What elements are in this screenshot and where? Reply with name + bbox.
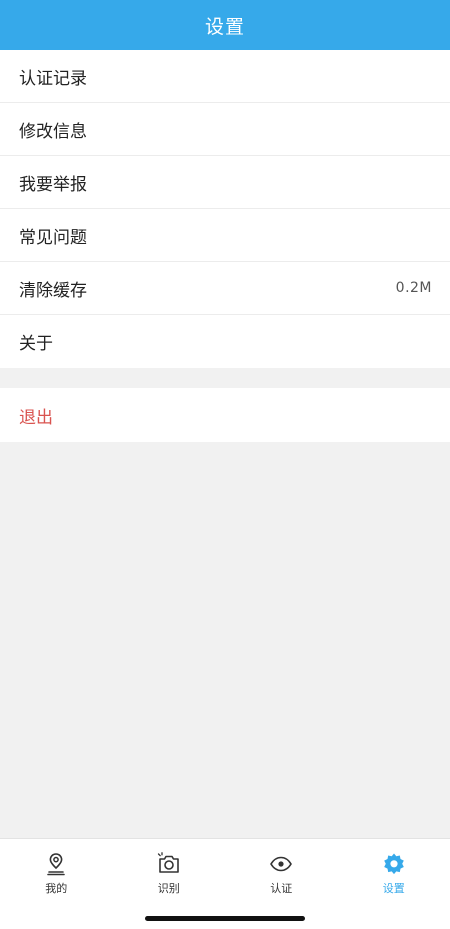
menu-item-report[interactable]: 我要举报: [0, 156, 450, 209]
menu-item-about[interactable]: 关于: [0, 315, 450, 368]
tab-label: 设置: [382, 881, 405, 895]
menu-item-edit-info[interactable]: 修改信息: [0, 103, 450, 156]
menu-item-faq[interactable]: 常见问题: [0, 209, 450, 262]
tab-recognize[interactable]: 识别: [113, 839, 226, 899]
menu-item-clear-cache[interactable]: 清除缓存 0.2M: [0, 262, 450, 315]
logout-label: 退出: [19, 407, 53, 428]
menu-item-label: 认证记录: [19, 68, 87, 89]
gear-icon: [383, 853, 404, 874]
menu-item-label: 清除缓存: [19, 280, 87, 301]
home-indicator: [145, 916, 305, 921]
eye-icon: [270, 856, 293, 871]
menu-item-label: 修改信息: [19, 121, 87, 142]
tab-label: 我的: [45, 881, 68, 895]
header-bar: 设置: [0, 0, 450, 50]
tab-auth[interactable]: 认证: [225, 839, 338, 899]
menu-item-label: 关于: [19, 334, 53, 354]
tab-mine[interactable]: 我的: [0, 839, 113, 899]
menu-item-label: 常见问题: [19, 227, 87, 248]
bottom-tab-bar: 我的 识别 认证 设置: [0, 838, 450, 929]
map-pin-icon: [47, 852, 66, 875]
page-title: 设置: [204, 15, 245, 38]
menu-item-label: 我要举报: [19, 174, 87, 195]
tab-settings[interactable]: 设置: [338, 839, 450, 899]
tab-label: 识别: [157, 881, 180, 895]
settings-menu: 认证记录 修改信息 我要举报 常见问题 清除缓存 0.2M 关于: [0, 50, 450, 368]
tab-label: 认证: [270, 881, 293, 895]
cache-size-value: 0.2M: [395, 280, 432, 296]
camera-icon: [157, 851, 179, 873]
logout-button[interactable]: 退出: [0, 388, 450, 442]
menu-item-auth-records[interactable]: 认证记录: [0, 50, 450, 103]
